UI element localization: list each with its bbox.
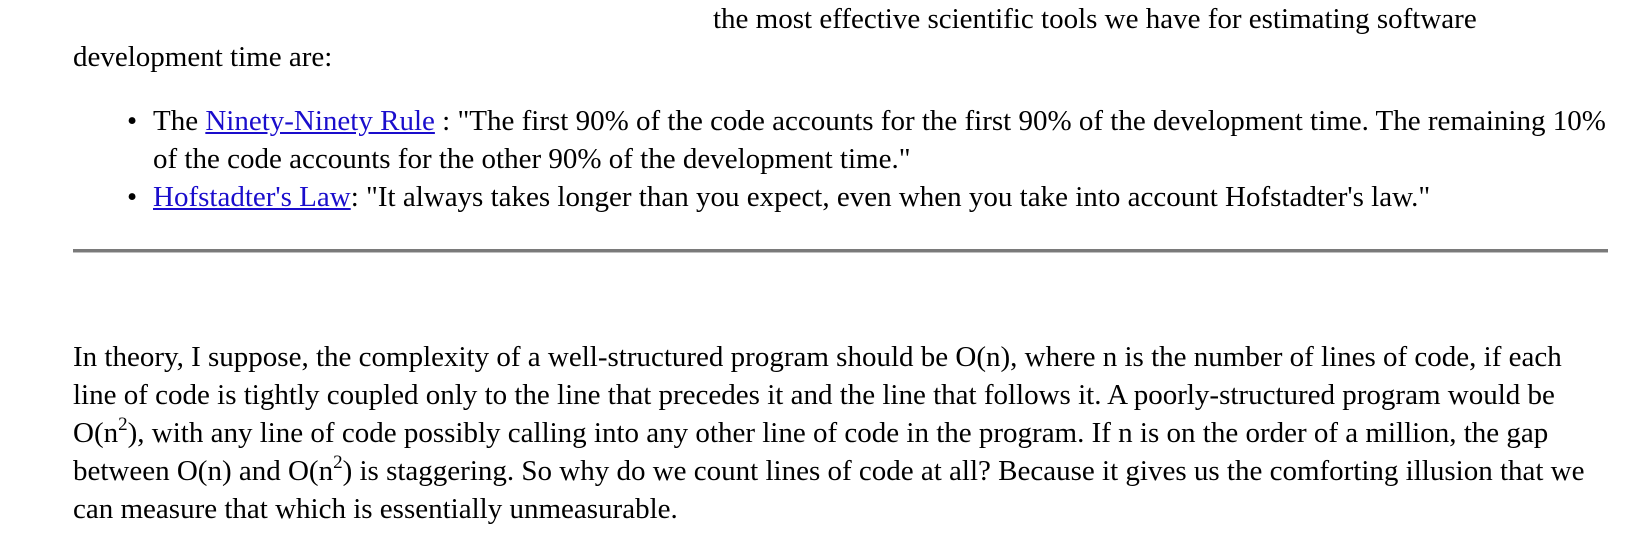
list-item: • The Ninety-Ninety Rule : "The first 90… — [127, 102, 1608, 178]
bullet-icon: • — [127, 181, 138, 213]
rule-separator: : — [350, 181, 367, 213]
estimation-rules-list: • The Ninety-Ninety Rule : "The first 90… — [73, 102, 1608, 216]
article-body: the most effective scientific tools we h… — [73, 0, 1608, 528]
intro-paragraph: the most effective scientific tools we h… — [73, 0, 1608, 76]
horizontal-divider — [73, 249, 1608, 253]
exponent-superscript: 2 — [333, 452, 343, 473]
ninety-ninety-rule-link[interactable]: Ninety-Ninety Rule — [205, 105, 435, 137]
rule-prefix: The — [153, 105, 206, 137]
exponent-superscript: 2 — [118, 414, 128, 435]
theory-paragraph: In theory, I suppose, the complexity of … — [73, 338, 1608, 528]
intro-line-1: the most effective scientific tools we h… — [713, 3, 1477, 35]
bullet-icon: • — [127, 105, 138, 137]
hofstadters-law-link[interactable]: Hofstadter's Law — [153, 181, 351, 213]
list-item: • Hofstadter's Law: "It always takes lon… — [127, 178, 1608, 216]
rule-quote: "It always takes longer than you expect,… — [366, 181, 1431, 213]
intro-line-2: development time are: — [73, 41, 333, 73]
rule-separator: : — [434, 105, 458, 137]
